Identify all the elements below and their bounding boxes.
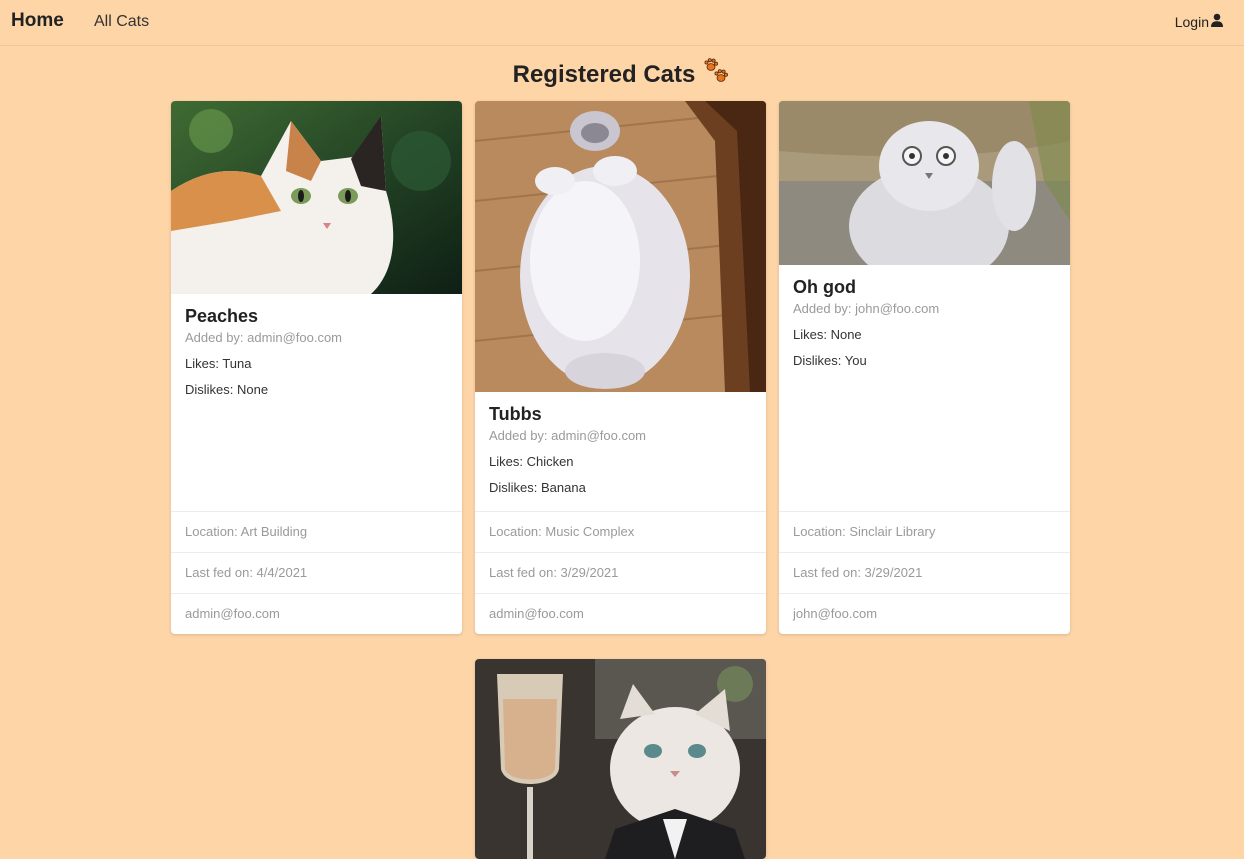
- likes: Likes: Tuna: [185, 356, 252, 371]
- nav-home-link[interactable]: Home: [11, 10, 64, 32]
- dislikes: Dislikes: Banana: [489, 480, 586, 495]
- login-label: Login: [1174, 13, 1209, 30]
- location: Location: Sinclair Library: [779, 511, 1070, 552]
- cat-card-fourth: [475, 659, 766, 859]
- cat-name: Peaches: [185, 306, 259, 326]
- likes: Likes: Chicken: [489, 454, 574, 469]
- cat-card-oh-god: Oh god Added by: john@foo.com Likes: Non…: [779, 101, 1070, 634]
- navbar: Home All Cats Login: [0, 0, 1244, 46]
- added-by: Added by: john@foo.com: [793, 301, 940, 316]
- cat-photo-tubbs: [475, 101, 766, 392]
- added-by: Added by: admin@foo.com: [185, 330, 343, 345]
- cat-card-tubbs: Tubbs Added by: admin@foo.com Likes: Chi…: [475, 101, 766, 634]
- added-by: Added by: admin@foo.com: [489, 428, 647, 443]
- last-fed: Last fed on: 4/4/2021: [171, 552, 462, 593]
- user-icon: [1210, 13, 1224, 30]
- cat-name: Tubbs: [489, 404, 542, 424]
- page-title: Registered Cats: [512, 60, 696, 88]
- dislikes: Dislikes: None: [185, 382, 269, 397]
- cat-photo-peaches: [171, 101, 462, 294]
- dislikes: Dislikes: You: [793, 353, 867, 368]
- nav-all-cats-link[interactable]: All Cats: [94, 13, 149, 31]
- cat-card-peaches: Peaches Added by: admin@foo.com Likes: T…: [171, 101, 462, 634]
- cat-photo-fourth: [475, 659, 766, 859]
- last-fed: Last fed on: 3/29/2021: [475, 552, 766, 593]
- page-title-row: Registered Cats: [0, 56, 1244, 93]
- login-link[interactable]: Login: [1175, 13, 1224, 30]
- likes: Likes: None: [793, 327, 862, 342]
- location: Location: Music Complex: [475, 511, 766, 552]
- cat-name: Oh god: [793, 277, 856, 297]
- owner-email: john@foo.com: [779, 593, 1070, 634]
- owner-email: admin@foo.com: [171, 593, 462, 634]
- cat-photo-oh-god: [779, 101, 1070, 265]
- last-fed: Last fed on: 3/29/2021: [779, 552, 1070, 593]
- location: Location: Art Building: [171, 511, 462, 552]
- owner-email: admin@foo.com: [475, 593, 766, 634]
- paw-prints-icon: [701, 56, 731, 93]
